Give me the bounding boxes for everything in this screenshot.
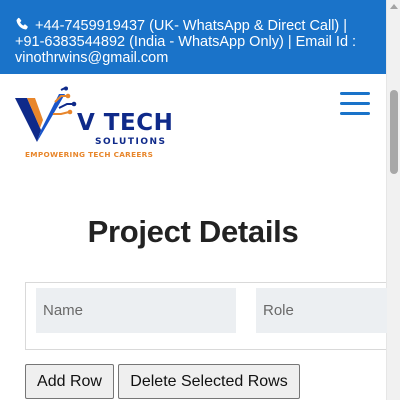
page-title: Project Details [87,214,299,249]
logo-v-mark-icon [15,86,77,142]
hamburger-menu-icon[interactable] [340,92,370,116]
vtech-logo[interactable]: V TECH SOLUTIONS EMPOWERING TECH CAREERS [15,86,195,166]
scroll-thumb[interactable] [390,90,398,174]
role-input[interactable] [256,288,387,333]
name-input[interactable] [36,288,236,333]
phone-icon [16,17,28,30]
scrollbar[interactable] [386,0,400,400]
contact-bar: +44-7459919437 (UK- WhatsApp & Direct Ca… [0,0,386,74]
logo-subtitle: SOLUTIONS [95,137,167,147]
logo-tagline: EMPOWERING TECH CAREERS [25,150,154,159]
logo-name: V TECH [77,110,174,136]
contact-text: +44-7459919437 (UK- WhatsApp & Direct Ca… [15,18,357,66]
add-row-button[interactable]: Add Row [25,364,114,399]
scroll-up-arrow-icon[interactable] [390,4,398,9]
delete-selected-rows-button[interactable]: Delete Selected Rows [118,364,300,399]
project-form-row [25,282,387,350]
